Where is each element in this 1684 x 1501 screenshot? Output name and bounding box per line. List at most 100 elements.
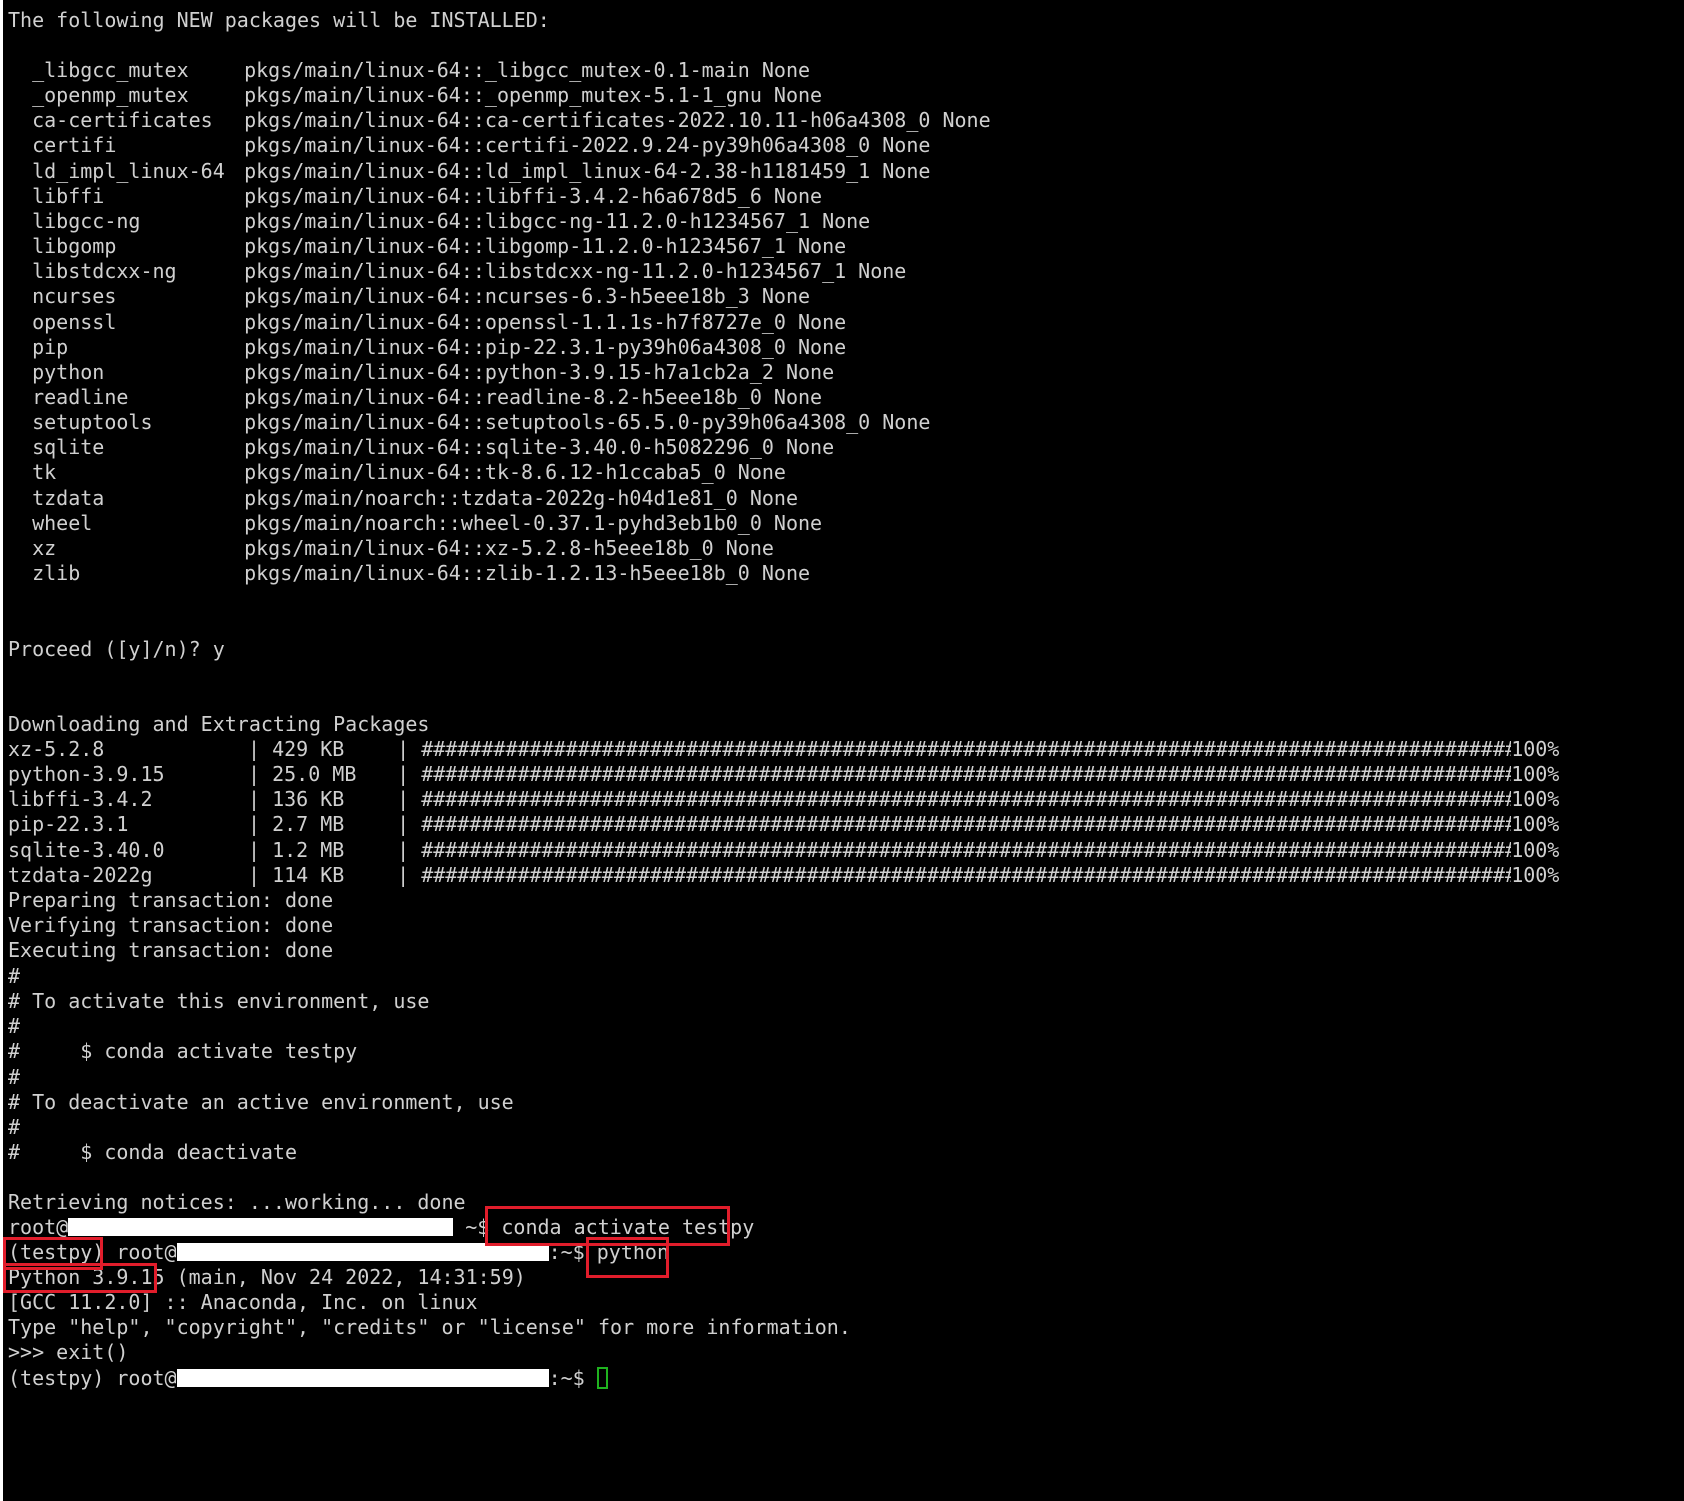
- package-row: libstdcxx-ng pkgs/main/linux-64::libstdcx…: [8, 258, 906, 285]
- package-name: libgomp: [32, 234, 117, 259]
- transaction-line: Verifying transaction: done: [8, 913, 334, 938]
- column-separator: |: [397, 837, 422, 862]
- redacted-hostname: [176, 1369, 549, 1387]
- terminal-cursor[interactable]: [596, 1367, 608, 1389]
- package-name: setuptools: [32, 410, 153, 435]
- prompt-user: root@: [116, 1366, 177, 1390]
- download-percent: 100%: [1511, 737, 1560, 761]
- download-percent: 100%: [1511, 812, 1560, 837]
- package-spec: pkgs/main/linux-64::sqlite-3.40.0-h50822…: [244, 435, 835, 460]
- column-separator: |: [397, 862, 422, 887]
- download-size: 1.2 MB: [272, 837, 345, 862]
- download-size: 25.0 MB: [272, 762, 357, 787]
- package-name: xz: [32, 535, 57, 560]
- package-row: libgomp pkgs/main/linux-64::libgomp-11.2.…: [8, 233, 846, 260]
- install-header: The following NEW packages will be INSTA…: [8, 8, 550, 32]
- package-name: python: [32, 359, 105, 384]
- activation-note-line: #: [8, 1114, 21, 1139]
- env-tag: (testpy): [8, 1366, 105, 1390]
- download-name: xz-5.2.8: [8, 737, 105, 761]
- package-spec: pkgs/main/linux-64::certifi-2022.9.24-py…: [244, 133, 931, 158]
- download-name: pip-22.3.1: [8, 812, 129, 837]
- download-name: python-3.9.15: [8, 762, 165, 787]
- command-conda-activate: conda activate testpy: [501, 1215, 755, 1239]
- package-row: ca-certificates pkgs/main/linux-64::ca-ce…: [8, 107, 991, 134]
- package-spec: pkgs/main/linux-64::zlib-1.2.13-h5eee18b…: [244, 561, 811, 585]
- package-row: xz pkgs/main/linux-64::xz-5.2.8-h5eee18b_…: [8, 535, 774, 562]
- column-separator: |: [248, 787, 273, 812]
- package-name: libstdcxx-ng: [32, 259, 177, 284]
- command-python: python: [596, 1240, 670, 1264]
- progress-bar: ########################################…: [421, 812, 1512, 837]
- package-spec: pkgs/main/noarch::tzdata-2022g-h04d1e81_…: [244, 485, 798, 510]
- column-separator: |: [248, 862, 273, 887]
- download-row: tzdata-2022g | 114 KB | ##################…: [8, 862, 1559, 889]
- package-row: libgcc-ng pkgs/main/linux-64::libgcc-ng-1…: [8, 208, 870, 235]
- notices-line: Retrieving notices: ...working... done: [8, 1190, 466, 1214]
- python-build: (main, Nov 24 2022, 14:31:59): [164, 1265, 526, 1289]
- download-row: pip-22.3.1 | 2.7 MB | ####################…: [8, 811, 1559, 838]
- package-name: ncurses: [32, 284, 117, 309]
- package-row: ncurses pkgs/main/linux-64::ncurses-6.3-h…: [8, 283, 810, 310]
- package-spec: pkgs/main/linux-64::python-3.9.15-h7a1cb…: [244, 359, 835, 384]
- package-spec: pkgs/main/linux-64::_openmp_mutex-5.1-1_…: [244, 83, 823, 108]
- prompt-line-1: root@ ~$ conda activate testpy: [8, 1214, 754, 1241]
- package-spec: pkgs/main/linux-64::libgcc-ng-11.2.0-h12…: [244, 208, 871, 233]
- package-row: libffi pkgs/main/linux-64::libffi-3.4.2-h…: [8, 183, 822, 210]
- download-size: 114 KB: [272, 862, 345, 887]
- column-separator: |: [397, 787, 422, 812]
- package-row: _openmp_mutex pkgs/main/linux-64::_openmp…: [8, 82, 822, 109]
- column-separator: |: [248, 812, 273, 837]
- download-name: tzdata-2022g: [8, 862, 153, 887]
- terminal-window[interactable]: The following NEW packages will be INSTA…: [3, 0, 1684, 1501]
- gcc-line: [GCC 11.2.0] :: Anaconda, Inc. on linux: [8, 1290, 478, 1314]
- help-line: Type "help", "copyright", "credits" or "…: [8, 1315, 851, 1339]
- package-spec: pkgs/main/linux-64::openssl-1.1.1s-h7f87…: [244, 309, 847, 334]
- package-row: readline pkgs/main/linux-64::readline-8.2…: [8, 384, 822, 411]
- download-name: sqlite-3.40.0: [8, 837, 165, 862]
- package-spec: pkgs/main/linux-64::libstdcxx-ng-11.2.0-…: [244, 259, 907, 284]
- activation-note-line: # To deactivate an active environment, u…: [8, 1089, 514, 1114]
- package-spec: pkgs/main/linux-64::setuptools-65.5.0-py…: [244, 410, 931, 435]
- downloading-header: Downloading and Extracting Packages: [8, 712, 430, 736]
- python-version: Python 3.9.15: [8, 1265, 165, 1289]
- package-spec: pkgs/main/linux-64::ca-certificates-2022…: [244, 108, 991, 133]
- transaction-line: Preparing transaction: done: [8, 888, 334, 912]
- column-separator: |: [397, 737, 422, 761]
- package-name: libgcc-ng: [32, 208, 141, 233]
- redacted-hostname: [176, 1243, 549, 1261]
- package-name: zlib: [32, 561, 81, 585]
- download-size: 2.7 MB: [272, 812, 345, 837]
- package-row: ld_impl_linux-64 pkgs/main/linux-64::ld_i…: [8, 158, 930, 185]
- column-separator: |: [397, 812, 422, 837]
- prompt-line-3[interactable]: (testpy) root@:~$: [8, 1365, 608, 1392]
- package-name: tk: [32, 460, 57, 485]
- package-spec: pkgs/main/linux-64::libgomp-11.2.0-h1234…: [244, 234, 847, 259]
- activation-note-line: #: [8, 1014, 21, 1039]
- activation-note-line: # $ conda activate testpy: [8, 1039, 358, 1064]
- package-row: certifi pkgs/main/linux-64::certifi-2022.…: [8, 132, 930, 159]
- download-row: python-3.9.15 | 25.0 MB | ################…: [8, 761, 1559, 788]
- package-spec: pkgs/main/linux-64::xz-5.2.8-h5eee18b_0 …: [244, 535, 774, 560]
- transaction-line: Executing transaction: done: [8, 938, 334, 963]
- package-name: wheel: [32, 510, 93, 535]
- package-name: openssl: [32, 309, 117, 334]
- download-row: sqlite-3.40.0 | 1.2 MB | #################…: [8, 837, 1559, 864]
- package-spec: pkgs/main/linux-64::ld_impl_linux-64-2.3…: [244, 158, 931, 183]
- prompt-suffix: ~$: [453, 1215, 502, 1239]
- download-row: libffi-3.4.2 | 136 KB | ##################…: [8, 786, 1559, 813]
- activation-note-line: # To activate this environment, use: [8, 989, 430, 1014]
- package-name: ca-certificates: [32, 108, 213, 133]
- package-row: wheel pkgs/main/noarch::wheel-0.37.1-pyhd…: [8, 510, 822, 537]
- download-size: 429 KB: [272, 737, 345, 761]
- redacted-hostname: [68, 1218, 454, 1236]
- prompt-user: root@: [116, 1240, 177, 1264]
- download-size: 136 KB: [272, 787, 345, 812]
- activation-note-line: #: [8, 1064, 21, 1089]
- prompt-user: root@: [8, 1215, 69, 1239]
- package-row: tzdata pkgs/main/noarch::tzdata-2022g-h04…: [8, 485, 798, 512]
- package-row: openssl pkgs/main/linux-64::openssl-1.1.1…: [8, 309, 846, 336]
- progress-bar: ########################################…: [421, 762, 1512, 787]
- prompt-suffix: :~$: [548, 1240, 597, 1264]
- package-name: pip: [32, 334, 69, 359]
